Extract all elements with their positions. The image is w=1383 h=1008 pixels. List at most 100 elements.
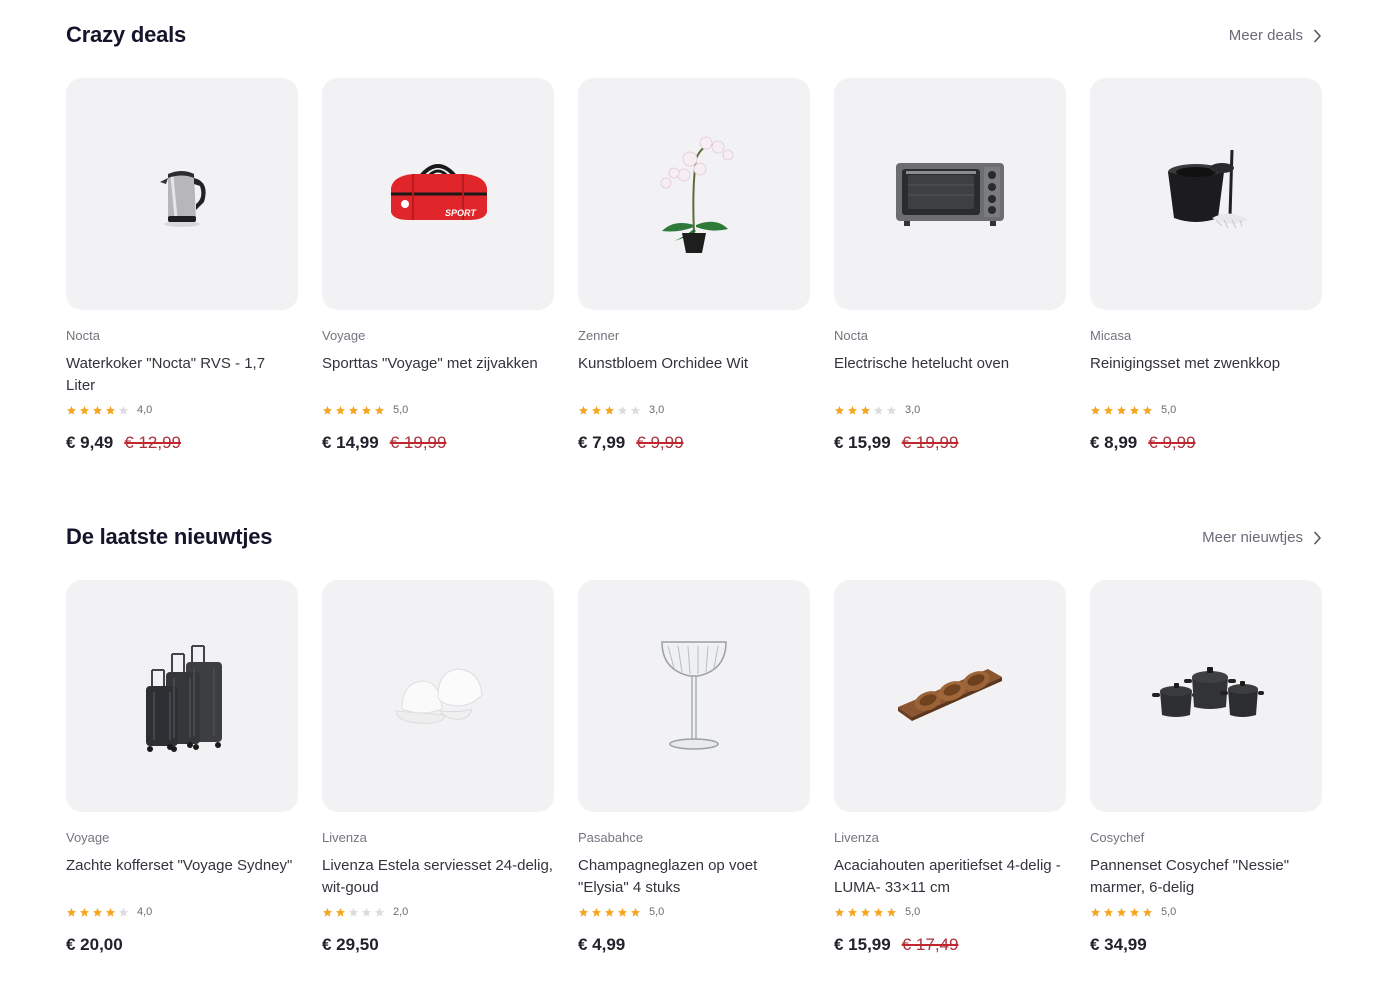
star-rating	[834, 405, 897, 416]
dinnerware-image	[395, 668, 483, 724]
star-filled-icon	[335, 907, 346, 917]
product-brand: Nocta	[66, 328, 100, 343]
star-filled-icon	[1090, 405, 1101, 415]
product-image-box[interactable]: SPORT	[322, 78, 554, 310]
star-empty-icon	[118, 405, 129, 415]
product-image-box[interactable]	[1090, 580, 1322, 812]
star-filled-icon	[1129, 907, 1140, 917]
product-rating: 5,0	[834, 905, 1066, 919]
star-filled-icon	[1116, 907, 1127, 917]
product-card[interactable]: Pasabahce Champagneglazen op voet "Elysi…	[578, 580, 810, 955]
section-header: De laatste nieuwtjes Meer nieuwtjes	[66, 524, 1322, 556]
star-rating	[578, 907, 641, 918]
product-image-box[interactable]	[578, 78, 810, 310]
product-prices: € 7,99 € 9,99	[578, 433, 810, 453]
star-filled-icon	[335, 405, 346, 415]
star-filled-icon	[105, 405, 116, 415]
product-name[interactable]: Kunstbloem Orchidee Wit	[578, 353, 810, 375]
product-name[interactable]: Sporttas "Voyage" met zijvakken	[322, 353, 554, 375]
star-filled-icon	[847, 405, 858, 415]
product-card[interactable]: Nocta Electrische hetelucht oven 3,0 € 1…	[834, 78, 1066, 453]
wooden-tray-image	[898, 669, 1002, 721]
sports-bag-image: SPORT	[391, 164, 487, 220]
product-old-price: € 19,99	[901, 433, 959, 452]
star-filled-icon	[578, 907, 589, 917]
more-deals-link[interactable]: Meer deals	[1229, 27, 1322, 44]
product-price: € 4,99	[578, 935, 626, 954]
product-price: € 15,99	[834, 935, 891, 954]
product-card[interactable]: Livenza Livenza Estela serviesset 24-del…	[322, 580, 554, 955]
product-image-box[interactable]	[578, 580, 810, 812]
star-empty-icon	[873, 405, 884, 415]
star-filled-icon	[1103, 907, 1114, 917]
star-empty-icon	[617, 405, 628, 415]
star-filled-icon	[92, 907, 103, 917]
star-empty-icon	[118, 907, 129, 917]
product-card[interactable]: Zenner Kunstbloem Orchidee Wit 3,0 € 7,9…	[578, 78, 810, 453]
product-image-box[interactable]	[66, 580, 298, 812]
rating-value: 5,0	[1161, 404, 1177, 416]
star-empty-icon	[374, 907, 385, 917]
product-brand: Zenner	[578, 328, 620, 343]
product-name[interactable]: Champagneglazen op voet "Elysia" 4 stuks	[578, 855, 810, 899]
champagne-glass-image	[661, 641, 727, 750]
product-rating: 5,0	[578, 905, 810, 919]
product-image-box[interactable]	[834, 580, 1066, 812]
rating-value: 5,0	[649, 906, 665, 918]
star-filled-icon	[604, 405, 615, 415]
product-card[interactable]: Nocta Waterkoker "Nocta" RVS - 1,7 Liter…	[66, 78, 298, 453]
star-filled-icon	[105, 907, 116, 917]
product-price: € 20,00	[66, 935, 123, 954]
product-name[interactable]: Pannenset Cosychef "Nessie" marmer, 6-de…	[1090, 855, 1322, 899]
product-rating: 5,0	[1090, 403, 1322, 417]
product-image-box[interactable]	[834, 78, 1066, 310]
chevron-right-icon	[1314, 531, 1321, 544]
product-name[interactable]: Electrische hetelucht oven	[834, 353, 1066, 375]
product-grid: Nocta Waterkoker "Nocta" RVS - 1,7 Liter…	[66, 78, 1322, 453]
product-card[interactable]: Livenza Acaciahouten aperitiefset 4-deli…	[834, 580, 1066, 955]
star-filled-icon	[860, 907, 871, 917]
star-filled-icon	[66, 907, 77, 917]
product-rating: 2,0	[322, 905, 554, 919]
product-name[interactable]: Waterkoker "Nocta" RVS - 1,7 Liter	[66, 353, 298, 397]
star-rating	[834, 907, 897, 918]
star-filled-icon	[591, 405, 602, 415]
product-prices: € 29,50	[322, 935, 554, 955]
product-name[interactable]: Reinigingsset met zwenkkop	[1090, 353, 1322, 375]
product-name[interactable]: Zachte kofferset "Voyage Sydney"	[66, 855, 298, 899]
more-link-label: Meer deals	[1228, 27, 1303, 44]
rating-value: 3,0	[649, 404, 665, 416]
star-rating	[66, 907, 129, 918]
section-title: De laatste nieuwtjes	[66, 524, 273, 549]
star-filled-icon	[79, 907, 90, 917]
orchid-image	[660, 136, 734, 253]
star-filled-icon	[860, 405, 871, 415]
star-empty-icon	[630, 405, 641, 415]
product-card[interactable]: SPORT Voyage Sporttas "Voyage" met zijva…	[322, 78, 554, 453]
product-name[interactable]: Livenza Estela serviesset 24-delig, wit-…	[322, 855, 554, 899]
product-image-box[interactable]	[1090, 78, 1322, 310]
product-image-box[interactable]	[322, 580, 554, 812]
star-filled-icon	[361, 405, 372, 415]
product-prices: € 8,99 € 9,99	[1090, 433, 1322, 453]
section-latest-news: De laatste nieuwtjes Meer nieuwtjes Voya…	[66, 524, 1322, 954]
product-name[interactable]: Acaciahouten aperitiefset 4-delig -LUMA-…	[834, 855, 1066, 899]
product-brand: Micasa	[1090, 328, 1132, 343]
star-filled-icon	[578, 405, 589, 415]
product-price: € 34,99	[1090, 935, 1147, 954]
star-filled-icon	[92, 405, 103, 415]
product-card[interactable]: Cosychef Pannenset Cosychef "Nessie" mar…	[1090, 580, 1322, 955]
star-filled-icon	[79, 405, 90, 415]
rating-value: 2,0	[393, 906, 409, 918]
more-news-link[interactable]: Meer nieuwtjes	[1202, 529, 1322, 546]
product-brand: Livenza	[322, 830, 367, 845]
product-price: € 29,50	[322, 935, 379, 954]
product-image-box[interactable]	[66, 78, 298, 310]
product-card[interactable]: Micasa Reinigingsset met zwenkkop 5,0 € …	[1090, 78, 1322, 453]
product-card[interactable]: Voyage Zachte kofferset "Voyage Sydney" …	[66, 580, 298, 955]
product-old-price: € 19,99	[389, 433, 447, 452]
rating-value: 5,0	[905, 906, 921, 918]
rating-value: 5,0	[393, 404, 409, 416]
star-filled-icon	[1090, 907, 1101, 917]
product-rating: 4,0	[66, 905, 298, 919]
